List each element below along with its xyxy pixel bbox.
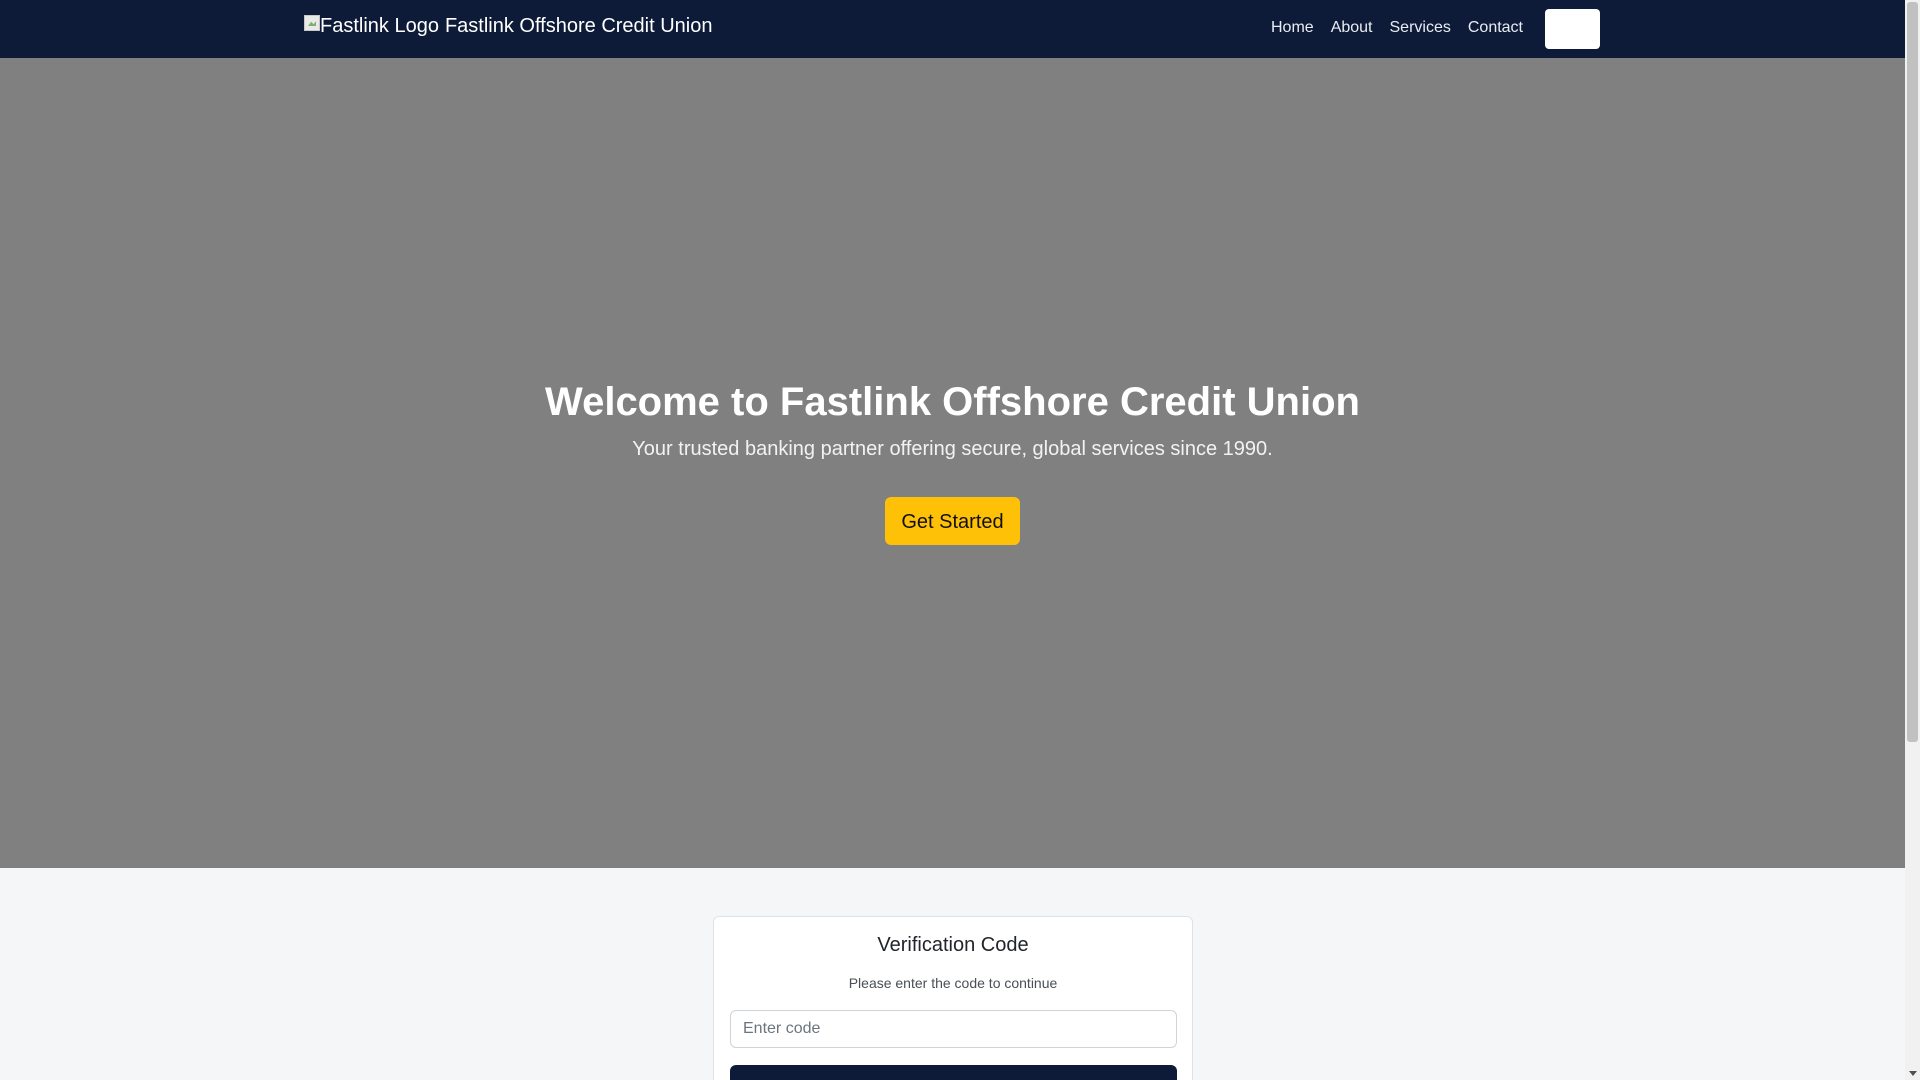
verification-submit-button[interactable] — [730, 1065, 1177, 1080]
hero-section: Welcome to Fastlink Offshore Credit Unio… — [0, 58, 1905, 868]
brand-name[interactable]: Fastlink Offshore Credit Union — [445, 14, 713, 38]
nav-link-home[interactable]: Home — [1271, 17, 1314, 39]
nav-link-contact[interactable]: Contact — [1468, 17, 1523, 39]
brand-logo-broken-image[interactable]: Fastlink Logo — [304, 14, 439, 38]
navbar: Fastlink Logo Fastlink Offshore Credit U… — [0, 0, 1905, 58]
scrollbar-thumb[interactable] — [1907, 2, 1918, 742]
verification-code-input[interactable] — [730, 1010, 1177, 1048]
verification-title: Verification Code — [877, 934, 1029, 956]
scroll-down-arrow-icon[interactable] — [1909, 1071, 1917, 1076]
get-started-button[interactable]: Get Started — [885, 497, 1020, 545]
nav-link-about[interactable]: About — [1331, 17, 1373, 39]
vertical-scrollbar[interactable] — [1905, 0, 1920, 1080]
nav-link-services[interactable]: Services — [1390, 17, 1451, 39]
hero-title: Welcome to Fastlink Offshore Credit Unio… — [545, 380, 1360, 424]
broken-image-icon — [304, 15, 320, 31]
verification-card: Verification Code Please enter the code … — [713, 916, 1193, 1080]
navbar-action-button[interactable] — [1545, 9, 1600, 49]
brand[interactable]: Fastlink Logo Fastlink Offshore Credit U… — [304, 14, 713, 38]
nav-links: Home About Services Contact — [1271, 17, 1540, 39]
verification-subtitle: Please enter the code to continue — [848, 975, 1058, 991]
hero-subtitle: Your trusted banking partner offering se… — [632, 438, 1273, 460]
page: Fastlink Logo Fastlink Offshore Credit U… — [0, 0, 1905, 1080]
brand-logo-alt-text: Fastlink Logo — [320, 15, 439, 37]
